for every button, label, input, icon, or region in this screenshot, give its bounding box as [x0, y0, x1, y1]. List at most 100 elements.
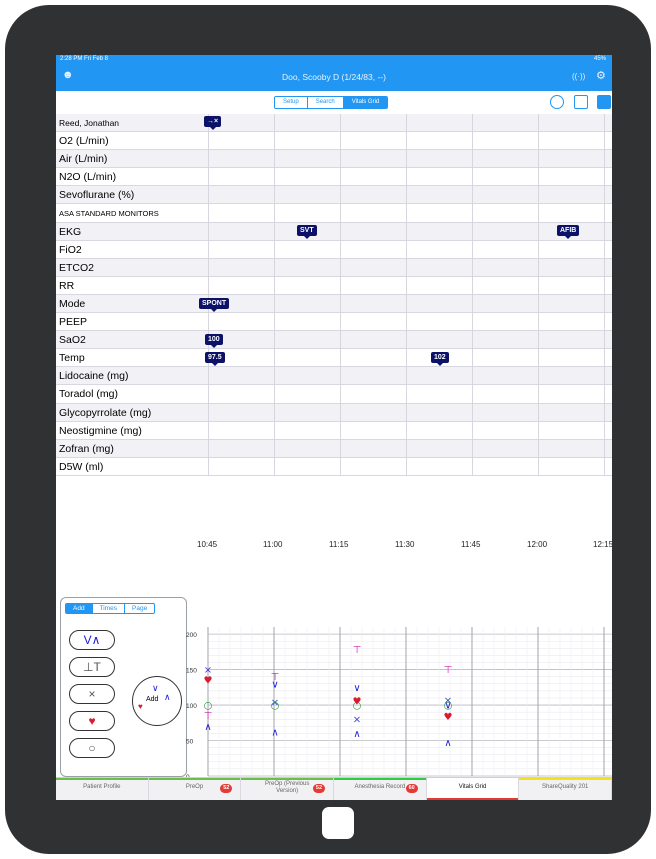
tab-page[interactable]: Page — [125, 604, 154, 613]
list-icon[interactable] — [597, 95, 611, 109]
data-point: ∧ — [271, 728, 278, 739]
preop-badge: 52 — [220, 784, 233, 793]
home-button[interactable] — [322, 807, 354, 839]
data-point: ∧ — [353, 729, 360, 740]
grid-row[interactable]: ASA STANDARD MONITORS — [56, 204, 612, 223]
time-tick-label: 11:00 — [263, 540, 283, 549]
gear-icon[interactable]: ⚙ — [596, 69, 606, 82]
add-preview-label: Add — [146, 696, 159, 703]
provider-change-tag[interactable]: →× — [204, 116, 222, 130]
grid-row[interactable]: Sevoflurane (%) — [56, 186, 612, 205]
data-point: ⊤ — [353, 645, 362, 656]
panel-mode-switcher: Add Times Page — [65, 603, 156, 614]
tab-sharequality[interactable]: ShareQuality 201 — [519, 778, 612, 800]
heart-rate-symbol-button[interactable]: ♥ — [69, 711, 115, 731]
status-bar: 2:28 PM Fri Feb 8 45% — [56, 55, 612, 65]
bottom-tab-bar: Patient Profile PreOp 52 PreOp (Previous … — [56, 777, 612, 800]
chevron-up-icon: ∧ — [164, 692, 171, 702]
grid-row[interactable]: Zofran (mg) — [56, 439, 612, 458]
grid-row[interactable]: Neostigmine (mg) — [56, 422, 612, 440]
sao2-value-tag[interactable]: 100 — [205, 334, 223, 348]
tab-preop[interactable]: PreOp 52 — [148, 778, 242, 800]
chevron-down-icon: ∨ — [152, 683, 159, 693]
add-preview-circle[interactable]: Add ♥ ∨ ∧ — [132, 676, 182, 726]
temp-value-tag[interactable]: 102 — [431, 352, 449, 366]
data-point: ♥ — [444, 712, 453, 723]
tab-times[interactable]: Times — [93, 604, 126, 613]
grid-row[interactable]: SaO2 — [56, 331, 612, 350]
tab-search[interactable]: Search — [307, 97, 344, 108]
data-point: ⊤ — [271, 672, 280, 683]
vitals-grid: Reed, Jonathan O2 (L/min) Air (L/min) N2… — [56, 114, 612, 476]
ekg-afib-tag[interactable]: AFIB — [557, 225, 580, 239]
tab-vitals-grid-bottom[interactable]: Vitals Grid — [426, 778, 520, 800]
time-tick-label: 12:15 — [593, 540, 612, 549]
mode-spont-tag[interactable]: SPONT — [199, 298, 230, 312]
data-point: ∧ — [204, 722, 211, 733]
y-tick-label: 200 — [186, 632, 197, 639]
grid-row[interactable]: Glycopyrrolate (mg) — [56, 403, 612, 422]
tab-vitals-grid[interactable]: Vitals Grid — [343, 97, 388, 108]
grid-row[interactable]: Temp — [56, 349, 612, 368]
anesthesia-badge: 60 — [405, 784, 418, 793]
grid-row[interactable]: RR — [56, 277, 612, 295]
pulse-x-symbol-button[interactable]: × — [69, 684, 115, 704]
data-point: ⊤ — [204, 711, 213, 722]
time-tick-label: 12:00 — [527, 540, 548, 549]
grid-row[interactable]: FiO2 — [56, 241, 612, 259]
status-time: 2:28 PM Fri Feb 8 — [60, 56, 109, 62]
grid-row[interactable]: Reed, Jonathan — [56, 114, 612, 133]
grid-divider — [208, 114, 209, 476]
grid-row[interactable]: PEEP — [56, 313, 612, 332]
data-point: ∨ — [353, 683, 360, 694]
grid-row[interactable]: N2O (L/min) — [56, 168, 612, 187]
data-point: ∧ — [444, 738, 451, 749]
temp-value-tag[interactable]: 97.5 — [205, 352, 225, 366]
grid-divider — [538, 114, 539, 476]
grid-row[interactable]: ETCO2 — [56, 258, 612, 277]
bp-symbol-button[interactable]: V∧ — [69, 630, 115, 650]
grid-row[interactable]: EKG — [56, 222, 612, 241]
spo2-circle-symbol-button[interactable]: ○ — [69, 738, 115, 758]
time-tick-label: 11:15 — [329, 540, 349, 549]
data-point: ○ — [444, 701, 453, 712]
time-tick-label: 10:45 — [197, 540, 218, 549]
preop-previous-badge: 52 — [312, 784, 326, 793]
tab-add[interactable]: Add — [66, 604, 93, 613]
tab-preop-previous[interactable]: PreOp (Previous Version) 52 — [241, 778, 335, 800]
grid-divider — [406, 114, 407, 476]
clock-icon[interactable] — [550, 95, 564, 109]
grid-row[interactable]: Lidocaine (mg) — [56, 367, 612, 386]
ekg-svt-tag[interactable]: SVT — [297, 225, 317, 239]
grid-divider — [274, 114, 275, 476]
nav-bar: ☻ Doo, Scooby D (1/24/83, --) ((·)) ⚙ — [56, 65, 612, 91]
y-tick-label: 50 — [186, 739, 194, 746]
broadcast-icon[interactable]: ((·)) — [572, 72, 585, 81]
tab-patient-profile[interactable]: Patient Profile — [56, 778, 149, 800]
grid-divider — [604, 114, 605, 476]
data-point: ⊤ — [444, 665, 453, 676]
grid-row[interactable]: Air (L/min) — [56, 150, 612, 169]
view-switcher: Setup Search Vitals Grid — [274, 96, 389, 109]
data-point: × — [353, 715, 361, 726]
mean-symbol-button[interactable]: ⊥T — [69, 657, 115, 677]
grid-divider — [472, 114, 473, 476]
tab-setup[interactable]: Setup — [275, 97, 308, 108]
data-point: ○ — [204, 701, 213, 712]
data-point: ○ — [271, 701, 280, 712]
grid-row[interactable]: O2 (L/min) — [56, 132, 612, 151]
tab-anesthesia-record[interactable]: Anesthesia Record 60 — [334, 778, 427, 800]
data-point: × — [204, 665, 212, 676]
grid-row[interactable]: Toradol (mg) — [56, 385, 612, 404]
data-point: ♥ — [204, 676, 213, 687]
y-tick-label: 100 — [186, 703, 197, 710]
square-icon[interactable] — [574, 95, 588, 109]
patient-title: Doo, Scooby D (1/24/83, --) — [282, 72, 386, 82]
time-tick-label: 11:45 — [461, 540, 481, 549]
vitals-chart[interactable]: 200150100500××××∨∨∨∧∧∧∧⊤⊤⊤⊤○○○○♥♥♥ — [182, 619, 612, 779]
data-point: ♥ — [353, 696, 362, 707]
heart-icon: ♥ — [138, 702, 143, 711]
battery-level: 45% — [593, 56, 606, 62]
grid-row[interactable]: Mode — [56, 294, 612, 314]
grid-row[interactable]: D5W (ml) — [56, 458, 612, 476]
